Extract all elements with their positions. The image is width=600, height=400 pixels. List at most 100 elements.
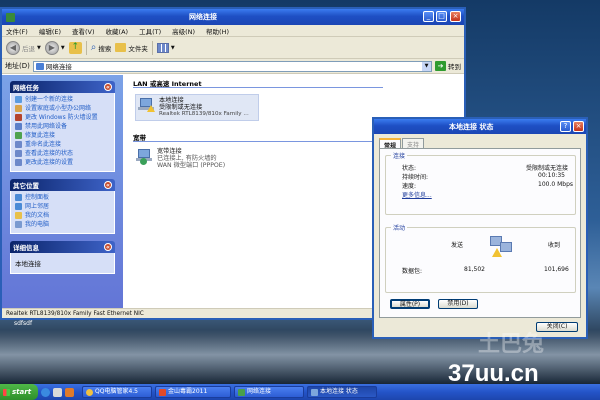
close-button[interactable]: × <box>450 11 461 22</box>
place-my-documents[interactable]: 我的文档 <box>15 212 110 219</box>
views-icon <box>156 42 169 53</box>
network-tasks-title: 网络任务 <box>13 84 39 92</box>
details-title: 详细信息 <box>13 244 39 252</box>
activity-legend: 活动 <box>391 223 408 232</box>
maximize-button[interactable]: □ <box>436 11 447 22</box>
explorer-titlebar[interactable]: 网络连接 _ □ × <box>2 9 464 25</box>
menu-tools[interactable]: 工具(T) <box>139 26 161 36</box>
search-label: 搜索 <box>98 44 112 53</box>
help-button[interactable]: ? <box>560 121 571 132</box>
broadband-connection-icon <box>136 148 154 165</box>
task-view-status[interactable]: 查看此连接的状态 <box>15 150 110 157</box>
connection-status: 受限制或无连接 <box>159 104 203 111</box>
task-rename[interactable]: 重命名此连接 <box>15 141 110 148</box>
dialog-close-button[interactable]: × <box>573 121 584 132</box>
views-button[interactable]: ▼ <box>156 42 175 53</box>
place-label: 网上邻居 <box>25 203 50 210</box>
minimize-button[interactable]: _ <box>423 11 434 22</box>
toolbar-separator <box>151 40 153 55</box>
menu-view[interactable]: 查看(V) <box>72 26 95 36</box>
task-pane: 网络任务 « 创建一个新的连接 设置家庭或小型办公网络 更改 Windows 防… <box>2 75 123 309</box>
place-label: 控制面板 <box>25 194 50 201</box>
menu-advanced[interactable]: 高级(N) <box>172 26 195 36</box>
up-folder-icon[interactable]: ↑ <box>68 41 82 54</box>
quicklaunch-media-icon[interactable] <box>65 387 74 397</box>
details-link[interactable]: 更多信息... <box>402 190 432 199</box>
back-button[interactable]: ◀ 后退 ▼ <box>6 40 41 55</box>
taskbar-button-antivirus[interactable]: 金山毒霸2011 <box>155 386 231 398</box>
place-network-neighborhood[interactable]: 网上邻居 <box>15 203 110 210</box>
connection-item-lan[interactable]: 本地连接 受限制或无连接 Realtek RTL8139/810x Family… <box>135 94 259 121</box>
task-label: 更改 Windows 防火墙设置 <box>25 114 98 121</box>
disable-device-icon <box>15 123 22 130</box>
collapse-icon[interactable]: « <box>104 83 112 91</box>
packets-sent-value: 81,502 <box>464 266 485 273</box>
task-create-connection[interactable]: 创建一个新的连接 <box>15 96 110 103</box>
my-documents-icon <box>15 212 22 219</box>
menu-favorites[interactable]: 收藏(A) <box>106 26 129 36</box>
address-input[interactable]: 网络连接 ▼ <box>32 60 432 72</box>
address-label: 地址(D) <box>5 62 30 70</box>
watermark-brand: 土巴兔 <box>478 332 545 357</box>
other-places-header[interactable]: 其它位置 « <box>10 179 115 191</box>
back-arrow-icon: ◀ <box>6 40 20 55</box>
details-text: 本地连接 <box>15 260 41 268</box>
warning-icon <box>147 105 155 112</box>
taskbar: start QQ电脑管家4.5 金山毒霸2011 网络连接 本地连接 状态 <box>0 384 600 400</box>
task-home-network[interactable]: 设置家庭或小型办公网络 <box>15 105 110 112</box>
taskbar-button-network[interactable]: 网络连接 <box>234 386 304 398</box>
network-folder-icon <box>35 62 44 70</box>
search-button[interactable]: ⌕ 搜索 <box>91 42 112 53</box>
group-divider <box>133 87 383 88</box>
collapse-icon[interactable]: « <box>104 243 112 251</box>
menu-file[interactable]: 文件(F) <box>6 26 28 36</box>
task-repair[interactable]: 修复此连接 <box>15 132 110 139</box>
dialog-title: 本地连接 状态 <box>449 122 494 131</box>
task-change-settings[interactable]: 更改此连接的设置 <box>15 159 110 166</box>
chevron-down-icon: ▼ <box>60 44 65 51</box>
start-button[interactable]: start <box>0 384 38 400</box>
network-folder-icon <box>238 388 245 396</box>
taskbar-button-status[interactable]: 本地连接 状态 <box>307 386 377 398</box>
collapse-icon[interactable]: « <box>104 181 112 189</box>
folders-label: 文件夹 <box>128 44 148 53</box>
quicklaunch-desktop-icon[interactable] <box>53 387 62 397</box>
disable-button[interactable]: 禁用(D) <box>438 299 478 309</box>
taskbar-button-label: QQ电脑管家4.5 <box>95 388 138 395</box>
other-places-list: 控制面板 网上邻居 我的文档 我的电脑 <box>10 191 115 234</box>
go-button[interactable]: ➔ 转到 <box>435 61 461 71</box>
taskbar-button-label: 本地连接 状态 <box>320 388 358 395</box>
forward-button[interactable]: ▶ ▼ <box>44 40 65 55</box>
folders-button[interactable]: 文件夹 <box>115 43 148 53</box>
connection-name: 本地连接 <box>159 97 184 104</box>
place-my-computer[interactable]: 我的电脑 <box>15 221 110 228</box>
connection-device: Realtek RTL8139/810x Family ... <box>159 111 249 117</box>
place-control-panel[interactable]: 控制面板 <box>15 194 110 201</box>
control-panel-icon <box>15 194 22 201</box>
activity-group: 活动 发送 收到 数据包: 81,502 101,696 <box>385 223 576 293</box>
properties-button[interactable]: 属性(P) <box>390 299 430 309</box>
folders-icon <box>115 43 127 52</box>
menu-edit[interactable]: 编辑(E) <box>39 26 61 36</box>
explorer-title: 网络连接 <box>189 13 217 21</box>
details-body: 本地连接 <box>10 253 115 274</box>
desktop-icon-label[interactable]: sdfsdf <box>14 320 32 327</box>
menu-help[interactable]: 帮助(H) <box>206 26 229 36</box>
quicklaunch-browser-icon[interactable] <box>41 387 50 397</box>
dialog-titlebar[interactable]: 本地连接 状态 ? × <box>374 119 586 134</box>
speed-value: 100.0 Mbps <box>538 181 574 188</box>
task-firewall[interactable]: 更改 Windows 防火墙设置 <box>15 114 110 121</box>
task-disable-device[interactable]: 禁用此网络设备 <box>15 123 110 130</box>
taskbar-button-qq[interactable]: QQ电脑管家4.5 <box>82 386 152 398</box>
connection-status-dialog: 本地连接 状态 ? × 常规 支持 连接 状态: 受限制或无连接 持续时间: 0… <box>372 117 588 339</box>
search-icon: ⌕ <box>90 42 97 53</box>
connection-item-broadband[interactable]: 宽带连接 已连接上, 有防火墙的 WAN 微型端口 (PPPOE) <box>136 148 276 169</box>
network-tasks-header[interactable]: 网络任务 « <box>10 81 115 93</box>
connection-text: 宽带连接 已连接上, 有防火墙的 WAN 微型端口 (PPPOE) <box>157 148 225 169</box>
address-dropdown-icon[interactable]: ▼ <box>422 61 431 71</box>
details-header[interactable]: 详细信息 « <box>10 241 115 253</box>
toolbar-separator <box>85 40 87 55</box>
taskbar-button-label: 金山毒霸2011 <box>168 388 208 395</box>
connection-group: 连接 状态: 受限制或无连接 持续时间: 00:10:35 速度: 100.0 … <box>385 151 576 215</box>
place-label: 我的文档 <box>25 212 50 219</box>
